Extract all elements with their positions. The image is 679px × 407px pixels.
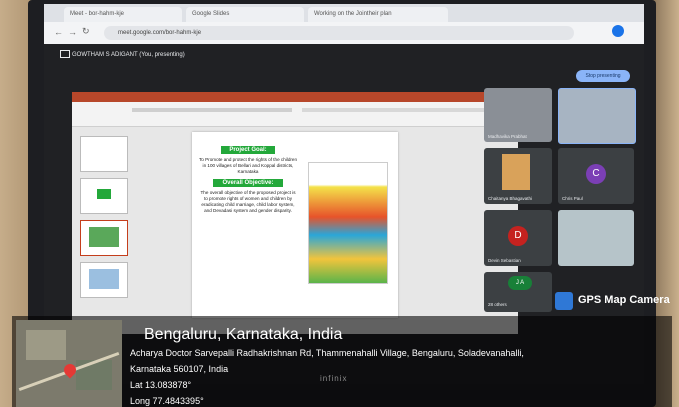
ribbon-controls	[302, 108, 502, 112]
slide-thumbnail[interactable]	[80, 178, 128, 214]
ppt-ribbon	[72, 102, 518, 127]
current-slide: Project Goal: To Promote and protect the…	[192, 132, 398, 318]
address-line-1: Acharya Doctor Sarvepalli Radhakrishnan …	[130, 348, 524, 358]
participant-name: 28 others	[488, 302, 507, 307]
url-field[interactable]: meet.google.com/bor-hahm-kje	[104, 26, 574, 40]
back-icon[interactable]: ←	[54, 27, 63, 37]
participant-tile[interactable]: D Devin Sebastian	[484, 210, 552, 266]
ribbon-controls	[132, 108, 292, 112]
overall-objective-text: The overall objective of the proposed pr…	[200, 190, 296, 213]
project-goal-heading: Project Goal:	[221, 146, 275, 154]
participant-name: Chaitanya Bhagavathi	[488, 196, 533, 201]
map-block	[26, 330, 66, 360]
participant-avatar: J A	[508, 276, 532, 290]
slide-text-block: Project Goal: To Promote and protect the…	[198, 146, 298, 214]
participant-name: Devin Sebastian	[488, 258, 521, 263]
presenting-label: GOWTHAM S ADIGANT (You, presenting)	[72, 52, 185, 58]
gps-camera-label: GPS Map Camera	[578, 294, 670, 306]
slide-thumbnail[interactable]	[80, 262, 128, 298]
participant-tile[interactable]	[558, 210, 634, 266]
latitude: Lat 13.083878°	[130, 380, 192, 390]
browser-tab-bar: Meet - bor-hahm-kje Google Slides Workin…	[44, 4, 644, 22]
participant-tile[interactable]: C Chris Paul	[558, 148, 634, 204]
participant-video	[502, 154, 530, 190]
participant-tile[interactable]	[558, 88, 636, 144]
location-title: Bengaluru, Karnataka, India	[144, 326, 343, 343]
participant-name: Chris Paul	[562, 196, 583, 201]
participant-tile[interactable]: Chaitanya Bhagavathi	[484, 148, 552, 204]
map-thumbnail	[16, 320, 122, 407]
forward-icon[interactable]: →	[68, 27, 77, 37]
participant-avatar: C	[586, 164, 606, 184]
project-goal-text: To Promote and protect the rights of the…	[198, 157, 298, 174]
browser-tab-slides[interactable]: Google Slides	[186, 7, 304, 22]
longitude: Long 77.4843395°	[130, 396, 204, 406]
participant-tile[interactable]: J A 28 others	[484, 272, 552, 312]
participant-avatar: D	[508, 226, 528, 246]
tab-label: Working on the Jointheir plan	[314, 11, 392, 17]
ppt-title-bar	[72, 92, 518, 102]
browser-tab-plan[interactable]: Working on the Jointheir plan	[308, 7, 448, 22]
profile-avatar[interactable]	[612, 25, 624, 37]
overall-objective-heading: Overall Objective:	[213, 179, 283, 187]
powerpoint-window: Project Goal: To Promote and protect the…	[72, 92, 518, 334]
address-line-2: Karnataka 560107, India	[130, 364, 229, 374]
participant-name: Madhavika Prabhat	[488, 134, 527, 139]
present-screen-icon	[60, 50, 70, 58]
browser-address-bar: ← → ↻ meet.google.com/bor-hahm-kje	[44, 22, 644, 44]
gps-camera-badge: GPS Map Camera	[553, 290, 675, 314]
slide-thumbnail[interactable]	[80, 136, 128, 172]
laptop-brand-logo: infinix	[320, 374, 348, 383]
reload-icon[interactable]: ↻	[82, 26, 90, 37]
tab-label: Google Slides	[192, 11, 230, 17]
participant-tile[interactable]: Madhavika Prabhat	[484, 88, 552, 142]
browser-tab-meet[interactable]: Meet - bor-hahm-kje	[64, 7, 182, 22]
stop-presenting-button[interactable]: Stop presenting	[576, 70, 630, 82]
tab-label: Meet - bor-hahm-kje	[70, 11, 125, 17]
slide-thumbnail[interactable]	[80, 220, 128, 256]
kannada-poster-image	[308, 162, 388, 284]
gps-camera-icon	[555, 292, 573, 310]
